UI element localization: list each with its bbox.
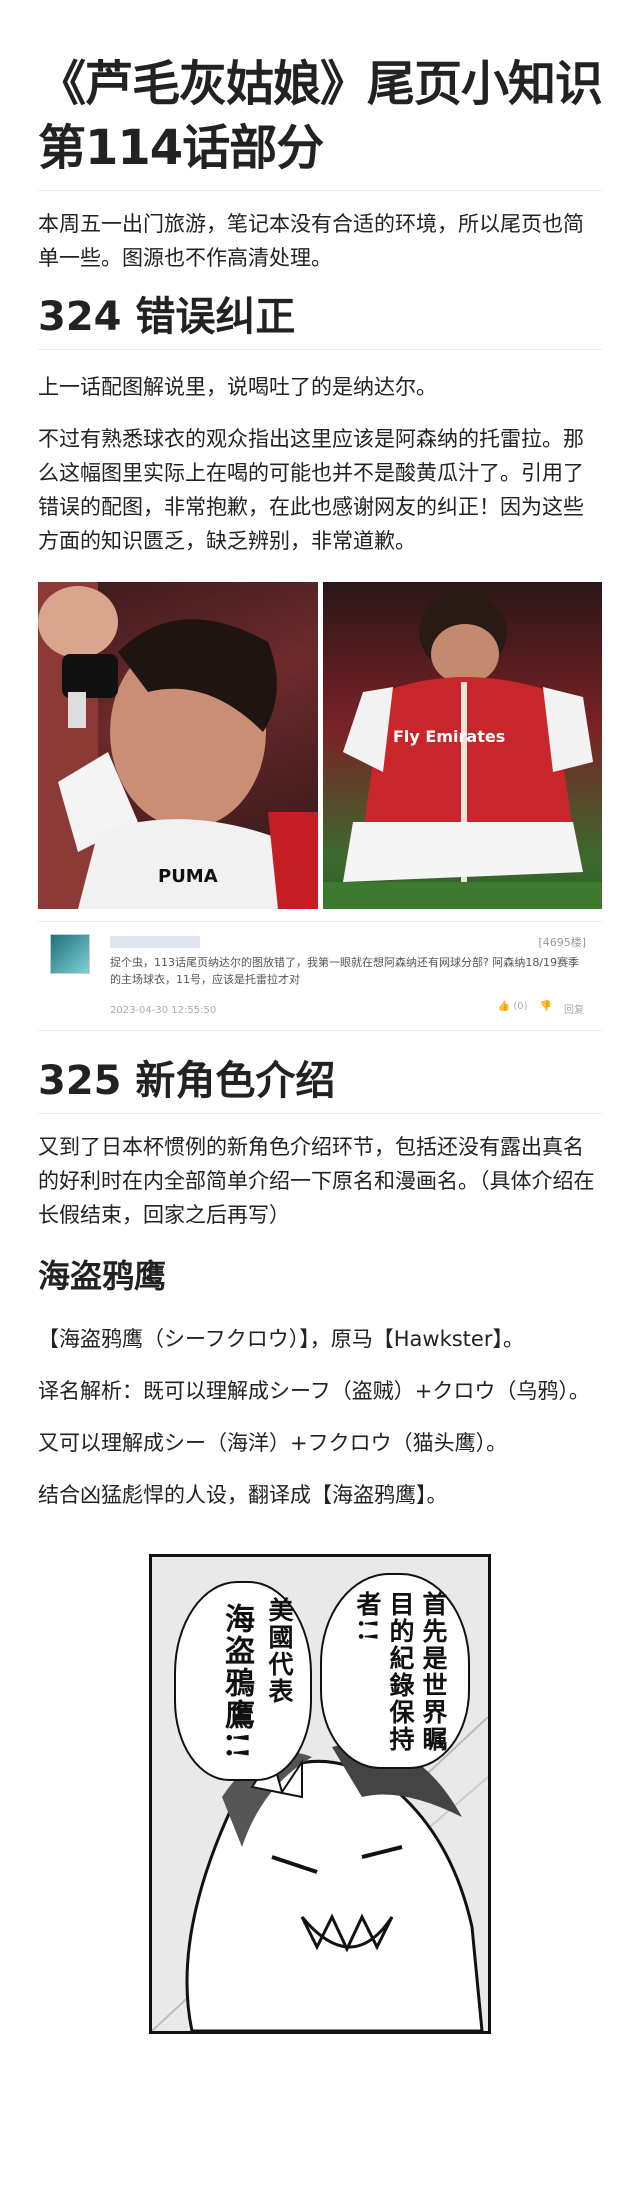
speech-bubble-right: 首先是世界瞩目的紀錄保持者!! xyxy=(320,1573,470,1769)
speech-bubble-left-text-small: 美國代表 xyxy=(265,1597,294,1705)
speech-bubble-left: 美國代表 海盗鴉鷹!! xyxy=(174,1581,312,1781)
player-drinking-illustration: PUMA xyxy=(38,582,318,909)
name-analysis-paragraph-2: 又可以理解成シー（海洋）+フクロウ（猫头鹰）。 xyxy=(38,1431,508,1455)
section-324-heading: 324 错误纠正 xyxy=(38,294,296,340)
comment-date: 2023-04-30 12:55:50 xyxy=(110,1005,217,1016)
photo-player-drinking: PUMA xyxy=(38,582,318,909)
character-name-paragraph: 【海盗鸦鹰（シーフクロウ）】，原马【Hawkster】。 xyxy=(38,1327,524,1351)
divider xyxy=(38,190,602,191)
blurred-username xyxy=(110,936,200,948)
like-button[interactable]: 👍 (0) xyxy=(498,1001,528,1016)
manga-panel: 首先是世界瞩目的紀錄保持者!! 美國代表 海盗鴉鷹!! xyxy=(149,1554,491,2034)
comment-actions: 👍 (0) 👎 回复 xyxy=(498,1001,584,1016)
divider xyxy=(38,349,602,350)
section-325-heading: 325 新角色介绍 xyxy=(38,1058,336,1104)
player-vomiting-illustration: Fly Emirates xyxy=(322,592,602,909)
section-324-paragraph-2: 不过有熟悉球衣的观众指出这里应该是阿森纳的托雷拉。那么这幅图里实际上在喝的可能也… xyxy=(38,427,584,553)
speech-bubble-left-text-big: 海盗鴉鷹!! xyxy=(219,1603,254,1762)
floor-number: [4695楼] xyxy=(538,936,586,949)
user-comment: [4695楼] 捉个虫，113话尾页纳达尔的图放错了，我第一眼就在想阿森纳还有网… xyxy=(38,921,602,1031)
like-count: (0) xyxy=(513,1001,528,1012)
name-analysis-paragraph-1: 译名解析：既可以理解成シーフ（盗贼）+クロウ（乌鸦）。 xyxy=(38,1379,590,1403)
photo-player-vomiting: Fly Emirates xyxy=(322,582,602,909)
page-title: 《芦毛灰姑娘》尾页小知识 第114话部分 xyxy=(38,56,603,176)
reply-button[interactable]: 回复 xyxy=(564,1001,584,1016)
article: 《芦毛灰姑娘》尾页小知识 第114话部分 本周五一出门旅游，笔记本没有合适的环境… xyxy=(0,0,640,2207)
divider xyxy=(38,1113,602,1114)
dislike-icon[interactable]: 👎 xyxy=(540,1001,552,1016)
intro-paragraph: 本周五一出门旅游，笔记本没有合适的环境，所以尾页也简单一些。图源也不作高清处理。 xyxy=(38,212,584,270)
football-photos: PUMA Fly Emirates xyxy=(38,582,602,909)
translation-conclusion-paragraph: 结合凶猛彪悍的人设，翻译成【海盗鸦鹰】。 xyxy=(38,1483,448,1507)
avatar[interactable] xyxy=(50,934,90,974)
character-subheading: 海盗鸦鹰 xyxy=(38,1257,167,1295)
speech-bubble-right-text: 首先是世界瞩目的紀錄保持者!! xyxy=(353,1591,448,1753)
comment-text: 捉个虫，113话尾页纳达尔的图放错了，我第一眼就在想阿森纳还有网球分部? 阿森纳… xyxy=(110,956,580,986)
section-324-paragraph-1: 上一话配图解说里，说喝吐了的是纳达尔。 xyxy=(38,375,437,399)
jersey-sponsor-text: Fly Emirates xyxy=(393,727,505,746)
jersey-brand-text: PUMA xyxy=(158,866,218,887)
section-325-paragraph-1: 又到了日本杯惯例的新角色介绍环节，包括还没有露出真名的好利时在内全部简单介绍一下… xyxy=(38,1135,595,1227)
